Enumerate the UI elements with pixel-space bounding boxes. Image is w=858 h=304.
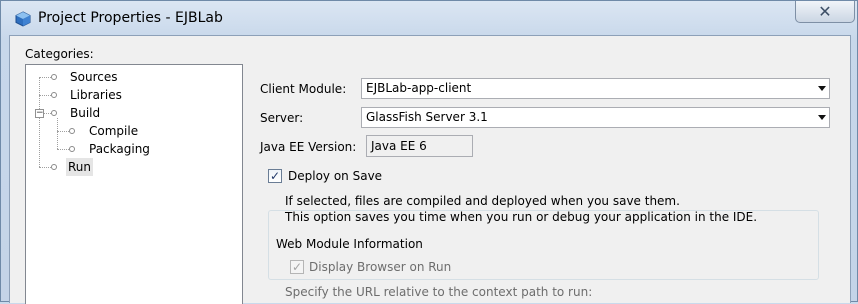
tree-connector-vertical xyxy=(57,118,58,149)
tree-node-bullet-icon xyxy=(51,74,57,80)
client-module-label: Client Module: xyxy=(260,82,347,96)
tree-connector-vertical xyxy=(39,77,40,167)
close-button[interactable]: ✕ xyxy=(795,1,855,23)
display-browser-label[interactable]: Display Browser on Run xyxy=(309,260,451,274)
category-build[interactable]: Build xyxy=(68,104,102,122)
client-module-select[interactable]: EJBLab-app-client xyxy=(361,78,830,99)
deploy-on-save-checkbox[interactable]: ✓ xyxy=(268,169,282,183)
category-packaging[interactable]: Packaging xyxy=(87,140,152,158)
category-run[interactable]: Run xyxy=(66,158,94,176)
url-help-text: Specify the URL relative to the context … xyxy=(285,285,593,299)
categories-label: Categories: xyxy=(25,47,94,61)
window-title: Project Properties - EJBLab xyxy=(38,10,223,26)
javaee-version-field: Java EE 6 xyxy=(366,135,473,157)
server-select[interactable]: GlassFish Server 3.1 xyxy=(361,107,830,128)
deploy-on-save-label[interactable]: Deploy on Save xyxy=(288,169,382,183)
categories-tree[interactable]: Sources Libraries − Build Compile Packag… xyxy=(25,64,243,304)
chevron-down-icon xyxy=(818,86,826,91)
javaee-version-value: Java EE 6 xyxy=(371,139,427,153)
category-sources[interactable]: Sources xyxy=(68,68,119,86)
netbeans-cube-icon xyxy=(15,11,31,27)
tree-node-bullet-icon xyxy=(51,92,57,98)
checkmark-icon: ✓ xyxy=(291,260,303,274)
server-value: GlassFish Server 3.1 xyxy=(366,110,488,124)
deploy-help-line-1: If selected, files are compiled and depl… xyxy=(285,194,680,208)
tree-node-bullet-icon xyxy=(69,128,75,134)
project-properties-window: Project Properties - EJBLab ✕ Categories… xyxy=(0,0,858,304)
collapse-icon[interactable]: − xyxy=(35,109,44,118)
checkmark-icon: ✓ xyxy=(269,169,281,183)
category-compile[interactable]: Compile xyxy=(87,122,140,140)
web-module-information-title: Web Module Information xyxy=(273,237,426,251)
chevron-down-icon xyxy=(818,115,826,120)
category-libraries[interactable]: Libraries xyxy=(68,86,124,104)
title-bar: Project Properties - EJBLab ✕ xyxy=(1,1,857,35)
client-module-value: EJBLab-app-client xyxy=(366,81,472,95)
server-label: Server: xyxy=(260,111,304,125)
tree-node-bullet-icon xyxy=(51,110,57,116)
javaee-version-label: Java EE Version: xyxy=(260,140,357,154)
tree-node-bullet-icon xyxy=(69,146,75,152)
tree-node-bullet-icon xyxy=(51,164,57,170)
display-browser-checkbox[interactable]: ✓ xyxy=(290,260,304,274)
close-icon: ✕ xyxy=(818,2,832,21)
